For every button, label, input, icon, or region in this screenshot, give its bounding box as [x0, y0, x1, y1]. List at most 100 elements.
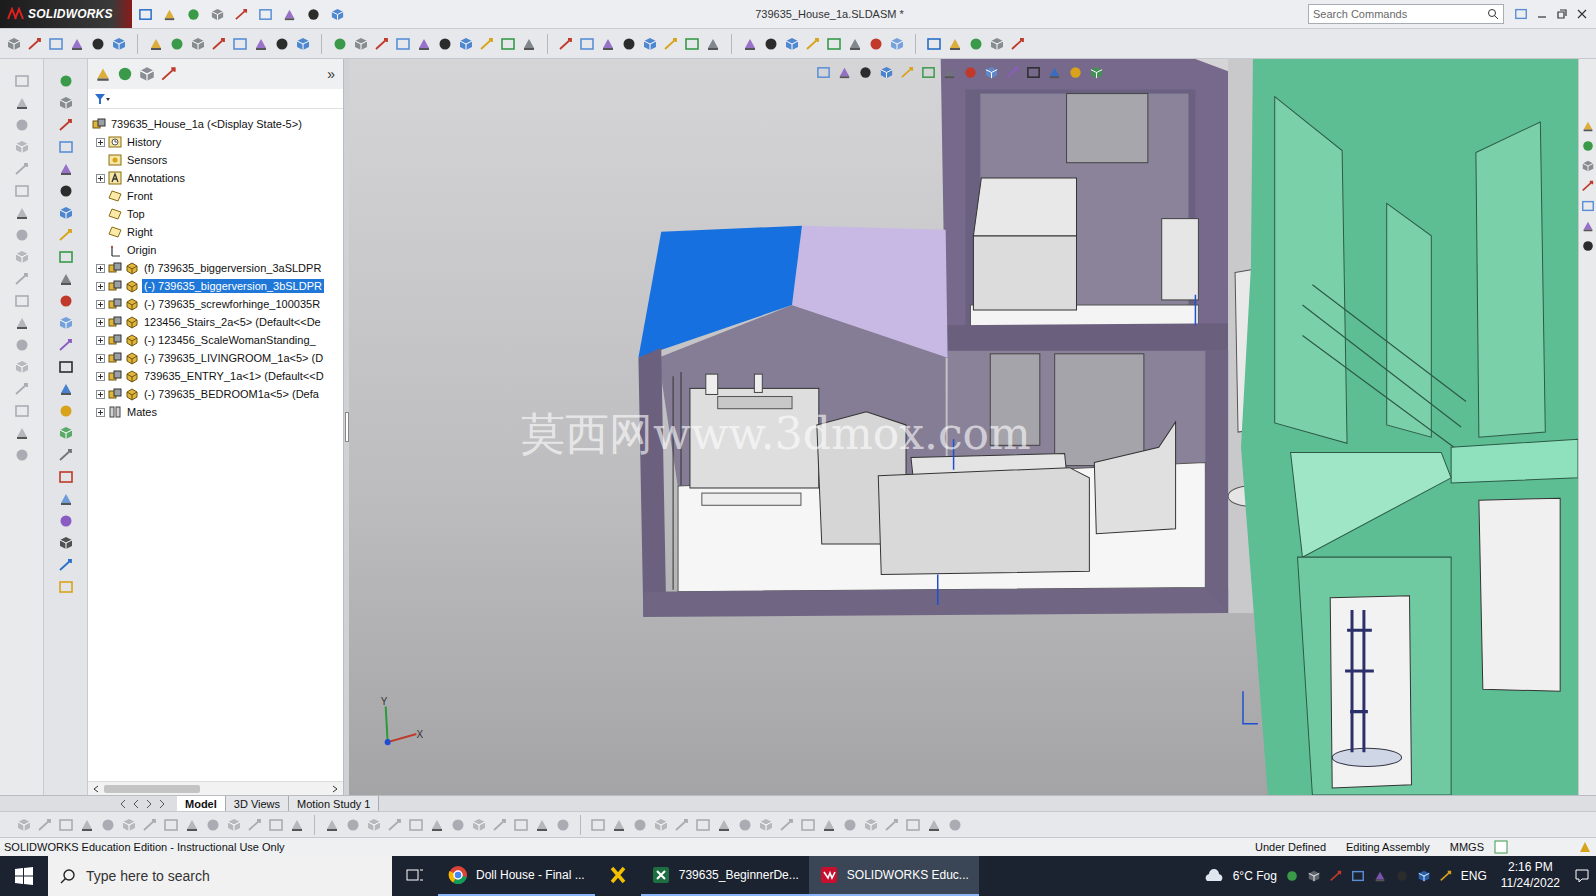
cube-icon[interactable] — [16, 817, 32, 833]
help-icon[interactable] — [1494, 840, 1508, 854]
sketch-line-icon[interactable] — [1581, 179, 1595, 193]
sphere-icon[interactable] — [58, 403, 74, 419]
sketch-line-icon[interactable] — [1005, 65, 1020, 80]
sphere-icon[interactable] — [90, 36, 106, 52]
extrude-icon[interactable] — [69, 36, 85, 52]
frame-icon[interactable] — [58, 579, 74, 595]
sphere-icon[interactable] — [1395, 869, 1409, 883]
cube-icon[interactable] — [58, 205, 74, 221]
cube-icon[interactable] — [138, 65, 156, 83]
sketch-line-icon[interactable] — [234, 7, 249, 22]
extrude-icon[interactable] — [600, 36, 616, 52]
extrude-icon[interactable] — [79, 817, 95, 833]
frame-icon[interactable] — [500, 36, 516, 52]
extrude-icon[interactable] — [14, 425, 30, 441]
sketch-line-icon[interactable] — [58, 447, 74, 463]
sketch-line-icon[interactable] — [14, 271, 30, 287]
sphere-icon[interactable] — [1581, 239, 1595, 253]
sketch-line-icon[interactable] — [558, 36, 574, 52]
extrude-icon[interactable] — [14, 95, 30, 111]
sketch-line-icon[interactable] — [58, 227, 74, 243]
cube-icon[interactable] — [226, 817, 242, 833]
cube-icon[interactable] — [111, 36, 127, 52]
extrude-icon[interactable] — [14, 205, 30, 221]
tree-item[interactable]: Right — [88, 223, 343, 241]
language[interactable]: ENG — [1461, 869, 1487, 883]
tree-item[interactable]: 739635_House_1a (<Display State-5>) — [88, 115, 343, 133]
frame-icon[interactable] — [14, 183, 30, 199]
cube-icon[interactable] — [14, 139, 30, 155]
frame-icon[interactable] — [921, 65, 936, 80]
frame-icon[interactable] — [590, 817, 606, 833]
frame-icon[interactable] — [1351, 869, 1365, 883]
living-room[interactable] — [638, 226, 1228, 617]
tree-item[interactable]: (-) 739635_biggerversion_3bSLDPR — [88, 277, 343, 295]
extrude-icon[interactable] — [1581, 119, 1595, 133]
frame-icon[interactable] — [800, 817, 816, 833]
scroll-right-icon[interactable] — [331, 785, 339, 793]
taskbar-search[interactable]: Type here to search — [48, 856, 392, 896]
extrude-icon[interactable] — [184, 817, 200, 833]
taskbar-app[interactable] — [595, 856, 641, 896]
cube-icon[interactable] — [58, 95, 74, 111]
cube-icon[interactable] — [863, 817, 879, 833]
extrude-icon[interactable] — [289, 817, 305, 833]
taskbar-app[interactable]: Doll House - Final ... — [438, 856, 595, 896]
sphere-icon[interactable] — [100, 817, 116, 833]
sphere-icon[interactable] — [1581, 139, 1595, 153]
tab[interactable]: Model — [177, 796, 226, 811]
tree-item[interactable]: 123456_Stairs_2a<5> (Default<<De — [88, 313, 343, 331]
sphere-icon[interactable] — [169, 36, 185, 52]
sketch-line-icon[interactable] — [663, 36, 679, 52]
sphere-icon[interactable] — [1285, 869, 1299, 883]
extrude-icon[interactable] — [716, 817, 732, 833]
entry-building[interactable] — [1241, 59, 1578, 795]
tree-item[interactable]: Sensors — [88, 151, 343, 169]
tree-item[interactable]: Annotations — [88, 169, 343, 187]
extrude-icon[interactable] — [1373, 869, 1387, 883]
extrude-icon[interactable] — [534, 817, 550, 833]
frame-icon[interactable] — [58, 139, 74, 155]
extrude-icon[interactable] — [947, 36, 963, 52]
logo[interactable]: SOLIDWORKS — [0, 0, 132, 28]
sphere-icon[interactable] — [332, 36, 348, 52]
clock[interactable]: 2:16 PM11/24/2022 — [1495, 860, 1566, 891]
sketch-line-icon[interactable] — [779, 817, 795, 833]
sphere-icon[interactable] — [858, 65, 873, 80]
weather[interactable]: 6°C Fog — [1233, 869, 1277, 883]
extrude-icon[interactable] — [58, 271, 74, 287]
extrude-icon[interactable] — [821, 817, 837, 833]
sketch-line-icon[interactable] — [884, 817, 900, 833]
extrude-icon[interactable] — [837, 65, 852, 80]
extrude-icon[interactable] — [521, 36, 537, 52]
rebuild-icon[interactable] — [1578, 840, 1592, 854]
frame-icon[interactable] — [48, 36, 64, 52]
cube-icon[interactable] — [642, 36, 658, 52]
frame-icon[interactable] — [408, 817, 424, 833]
expand-icon[interactable] — [96, 246, 105, 255]
extrude-icon[interactable] — [742, 36, 758, 52]
tab[interactable]: Motion Study 1 — [289, 796, 379, 811]
cube-icon[interactable] — [1581, 159, 1595, 173]
frame-icon[interactable] — [579, 36, 595, 52]
frame-icon[interactable] — [684, 36, 700, 52]
sketch-line-icon[interactable] — [37, 817, 53, 833]
cube-icon[interactable] — [14, 249, 30, 265]
taskbar-app[interactable]: 739635_BeginnerDe... — [641, 856, 809, 896]
extrude-icon[interactable] — [1581, 219, 1595, 233]
extrude-icon[interactable] — [926, 817, 942, 833]
sketch-line-icon[interactable] — [1329, 869, 1343, 883]
expand-icon[interactable] — [96, 318, 105, 327]
sphere-icon[interactable] — [632, 817, 648, 833]
expand-icon[interactable] — [96, 300, 105, 309]
extrude-icon[interactable] — [282, 7, 297, 22]
frame-icon[interactable] — [232, 36, 248, 52]
extrude-icon[interactable] — [942, 65, 957, 80]
tree-item[interactable]: Origin — [88, 241, 343, 259]
sphere-icon[interactable] — [186, 7, 201, 22]
expand-icon[interactable] — [96, 390, 105, 399]
sketch-line-icon[interactable] — [160, 65, 178, 83]
sketch-line-icon[interactable] — [479, 36, 495, 52]
sketch-line-icon[interactable] — [674, 817, 690, 833]
frame-icon[interactable] — [58, 469, 74, 485]
